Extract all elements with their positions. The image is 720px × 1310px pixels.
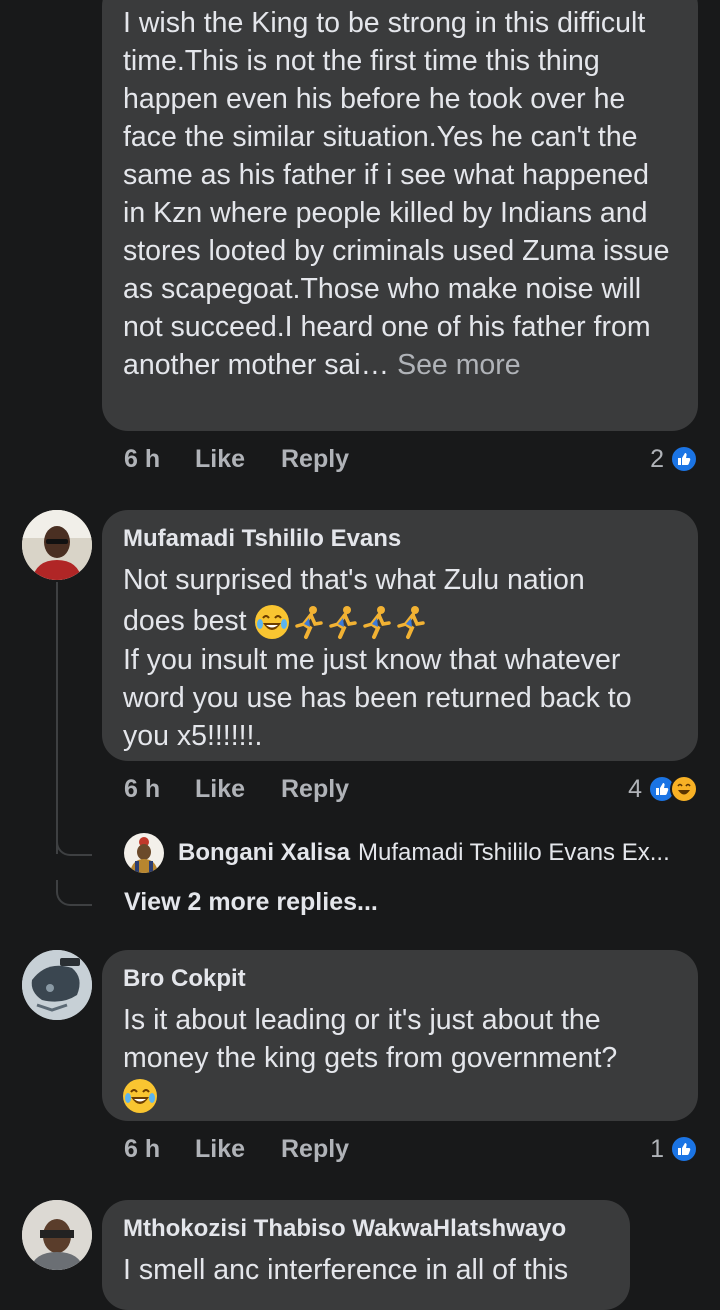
comment-text: I wish the King to be strong in this dif… xyxy=(123,7,678,381)
reaction-summary[interactable]: 4 xyxy=(628,771,698,807)
reaction-count: 4 xyxy=(628,774,642,803)
comment-timestamp: 6 h xyxy=(124,774,161,803)
reaction-summary[interactable]: 2 xyxy=(650,441,698,477)
reaction-summary[interactable]: 1 xyxy=(650,1131,698,1167)
comment-actions: 6 h Like Reply xyxy=(124,441,349,477)
reaction-count: 1 xyxy=(650,1134,664,1163)
emoji-line xyxy=(123,1079,678,1113)
like-button[interactable]: Like xyxy=(195,1135,281,1164)
comment-bubble: Mufamadi Tshililo Evans Not surprised th… xyxy=(102,510,698,761)
avatar[interactable] xyxy=(22,1200,92,1270)
avatar[interactable] xyxy=(124,833,164,873)
like-button[interactable]: Like xyxy=(195,775,281,804)
reply-button[interactable]: Reply xyxy=(281,1135,349,1164)
view-more-replies-link[interactable]: View 2 more replies... xyxy=(124,888,378,917)
haha-icon xyxy=(670,775,698,803)
reply-button[interactable]: Reply xyxy=(281,445,349,474)
comment-text: Not surprised that's what Zulu nation xyxy=(123,564,585,596)
reply-button[interactable]: Reply xyxy=(281,775,349,804)
thread-branch xyxy=(56,830,92,856)
reply-author[interactable]: Bongani Xalisa xyxy=(178,839,350,867)
comment-bubble: I wish the King to be strong in this dif… xyxy=(102,0,698,431)
comment-actions: 6 h Like Reply xyxy=(124,771,349,807)
comment-author[interactable]: Bro Cokpit xyxy=(123,965,678,993)
runner-emoji xyxy=(393,604,427,640)
laughing-tears-emoji xyxy=(254,605,289,640)
runner-emoji xyxy=(359,604,393,640)
reply-text: Mufamadi Tshililo Evans Ex... xyxy=(358,839,670,866)
comment-author[interactable]: Mufamadi Tshililo Evans xyxy=(123,525,678,553)
reply-preview[interactable]: Bongani Xalisa Mufamadi Tshililo Evans E… xyxy=(124,830,670,876)
laughing-tears-emoji xyxy=(123,1079,157,1113)
comment-text: If you insult me just know that whatever… xyxy=(123,644,640,753)
comment-author[interactable]: Mthokozisi Thabiso WakwaHlatshwayo xyxy=(123,1215,610,1243)
comment-bubble: Bro Cokpit Is it about leading or it's j… xyxy=(102,950,698,1121)
comment-bubble: Mthokozisi Thabiso WakwaHlatshwayo I sme… xyxy=(102,1200,630,1310)
avatar[interactable] xyxy=(22,950,92,1020)
reaction-count: 2 xyxy=(650,444,664,473)
like-icon xyxy=(670,1135,698,1163)
see-more-link[interactable]: See more xyxy=(397,349,521,381)
like-button[interactable]: Like xyxy=(195,445,281,474)
thread-branch xyxy=(56,880,92,906)
comment-text: I smell anc interference in all of this xyxy=(123,1254,569,1286)
thread-line xyxy=(56,582,58,854)
comment-timestamp: 6 h xyxy=(124,444,161,473)
comment-text: Is it about leading or it's just about t… xyxy=(123,1004,618,1074)
runner-emoji xyxy=(325,604,359,640)
comment-timestamp: 6 h xyxy=(124,1134,161,1163)
avatar[interactable] xyxy=(22,510,92,580)
like-icon xyxy=(670,445,698,473)
runner-emoji xyxy=(291,604,325,640)
comment-text-emoji-line: does best xyxy=(123,602,678,640)
comment-actions: 6 h Like Reply xyxy=(124,1131,349,1167)
